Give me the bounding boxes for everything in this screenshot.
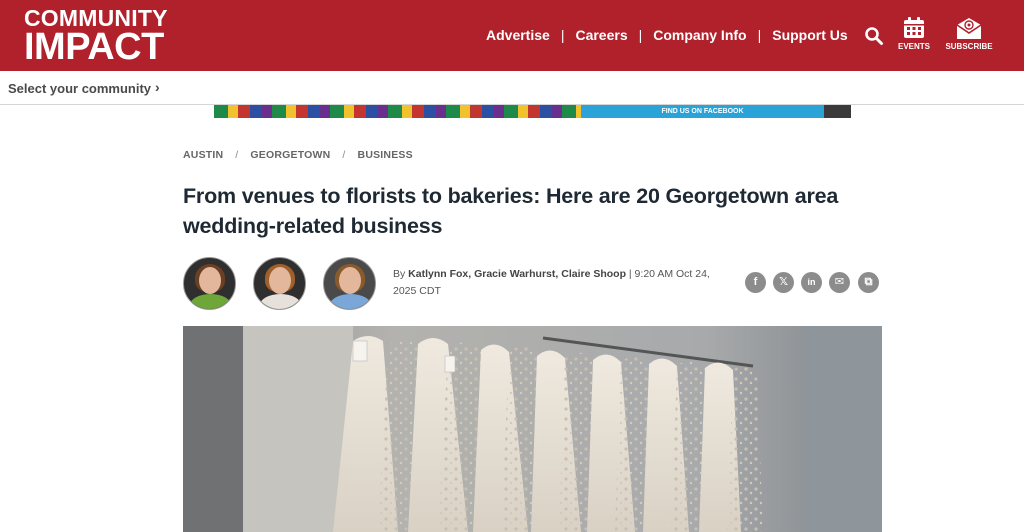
wedding-dresses-photo xyxy=(183,326,882,532)
breadcrumb: AUSTIN / GEORGETOWN / BUSINESS xyxy=(183,149,413,161)
facebook-icon[interactable]: f xyxy=(745,272,766,293)
top-nav: Advertise | Careers | Company Info | Sup… xyxy=(486,27,848,43)
article-headline: From venues to florists to bakeries: Her… xyxy=(183,184,839,238)
nav-advertise[interactable]: Advertise xyxy=(486,27,550,43)
byline-authors[interactable]: Katlynn Fox, Gracie Warhurst, Claire Sho… xyxy=(408,268,626,280)
nav-support-us[interactable]: Support Us xyxy=(772,27,847,43)
author-avatar-gracie-warhurst[interactable] xyxy=(253,257,306,310)
ad-facebook-text: FIND US ON FACEBOOK xyxy=(581,105,824,118)
site-header: COMMUNITY IMPACT Advertise | Careers | C… xyxy=(0,0,1024,71)
events-label: EVENTS xyxy=(897,42,930,51)
breadcrumb-georgetown[interactable]: GEORGETOWN xyxy=(250,149,330,161)
ad-artwork xyxy=(214,105,581,118)
author-avatar-claire-shoop[interactable] xyxy=(323,257,376,310)
x-icon[interactable]: 𝕏 xyxy=(773,272,794,293)
nav-separator: | xyxy=(638,27,643,43)
ad-edge xyxy=(824,105,851,118)
article-byline: By Katlynn Fox, Gracie Warhurst, Claire … xyxy=(393,266,723,300)
nav-separator: | xyxy=(560,27,565,43)
search-icon[interactable] xyxy=(864,26,884,46)
events-button[interactable]: EVENTS xyxy=(896,16,932,51)
nav-careers[interactable]: Careers xyxy=(575,27,627,43)
byline-prefix: By xyxy=(393,268,409,280)
author-avatar-katlynn-fox[interactable] xyxy=(183,257,236,310)
article-featured-image xyxy=(183,326,882,532)
breadcrumb-separator: / xyxy=(342,149,346,161)
site-logo[interactable]: COMMUNITY IMPACT xyxy=(24,7,168,68)
breadcrumb-austin[interactable]: AUSTIN xyxy=(183,149,223,161)
linkedin-icon[interactable]: in xyxy=(801,272,822,293)
ad-banner[interactable]: FIND US ON FACEBOOK xyxy=(214,105,851,118)
community-selector-bar: Select your community › xyxy=(0,71,1024,105)
email-icon[interactable]: ✉ xyxy=(829,272,850,293)
copy-link-icon[interactable]: ⧉ xyxy=(858,272,879,293)
select-community-link[interactable]: Select your community xyxy=(8,81,151,96)
breadcrumb-separator: / xyxy=(235,149,239,161)
envelope-at-icon xyxy=(956,18,982,39)
breadcrumb-business[interactable]: BUSINESS xyxy=(358,149,413,161)
chevron-right-icon[interactable]: › xyxy=(155,79,160,95)
logo-line-impact: IMPACT xyxy=(24,26,164,68)
calendar-icon xyxy=(904,17,924,38)
subscribe-button[interactable]: SUBSCRIBE xyxy=(943,16,995,51)
nav-separator: | xyxy=(757,27,762,43)
nav-company-info[interactable]: Company Info xyxy=(653,27,746,43)
subscribe-label: SUBSCRIBE xyxy=(945,42,993,51)
